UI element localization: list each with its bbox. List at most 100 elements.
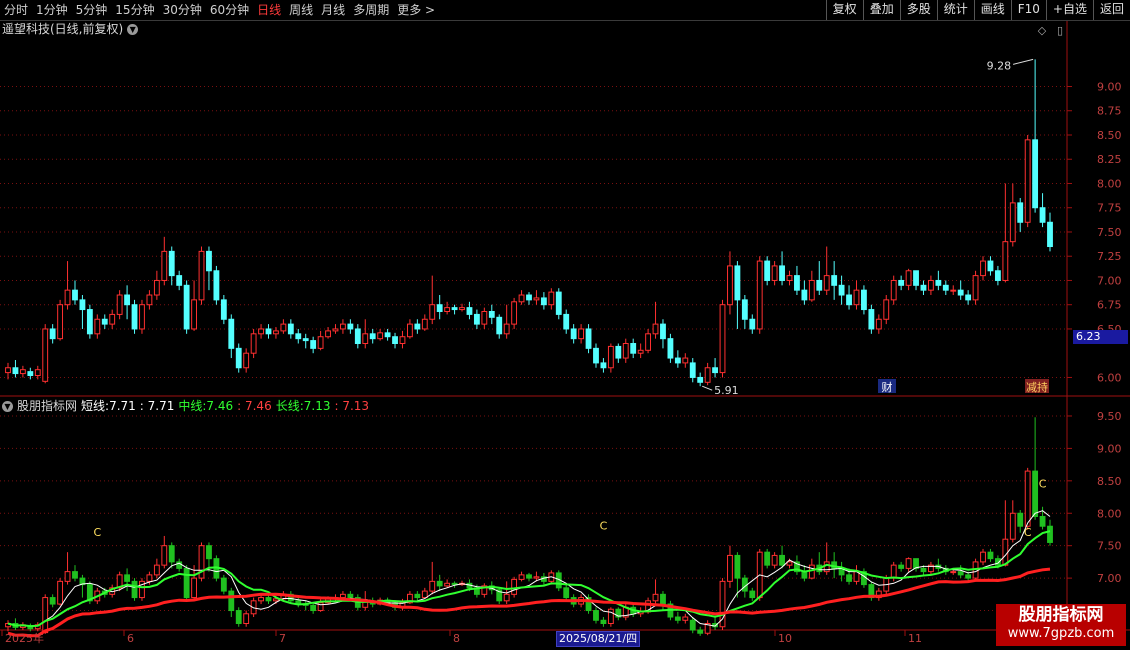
ind-candle-body bbox=[421, 590, 428, 599]
candle-body bbox=[994, 270, 1001, 281]
candle-body bbox=[965, 294, 972, 301]
candle-body bbox=[823, 275, 830, 291]
ind-candle-body bbox=[965, 574, 972, 579]
ind-candle-body bbox=[957, 571, 964, 576]
indicator-tick-label: 8.00 bbox=[1097, 507, 1122, 520]
main-tick-label: 7.75 bbox=[1097, 202, 1122, 215]
candle-body bbox=[183, 284, 190, 330]
candle-body bbox=[325, 330, 331, 338]
candle-body bbox=[980, 260, 986, 277]
ind-candle-body bbox=[347, 593, 354, 599]
ind-candle-body bbox=[310, 604, 317, 612]
candle-body bbox=[719, 304, 726, 374]
c-signal-marker: C bbox=[93, 526, 101, 539]
candle-body bbox=[384, 332, 391, 338]
candle-body bbox=[317, 336, 324, 349]
time-axis-label: 2025年 bbox=[5, 631, 44, 645]
ind-candle-body bbox=[228, 590, 235, 612]
ind-candle-body bbox=[890, 564, 897, 579]
ind-candle-body bbox=[779, 554, 785, 566]
ind-candle-body bbox=[920, 567, 927, 573]
high-price-label: 9.28 bbox=[987, 59, 1012, 72]
candle-body bbox=[950, 289, 957, 292]
candle-body bbox=[406, 323, 413, 338]
ind-candle-body bbox=[771, 554, 778, 566]
candle-body bbox=[12, 367, 19, 375]
candle-body bbox=[340, 323, 346, 330]
candle-body bbox=[213, 270, 220, 301]
candle-body bbox=[935, 279, 942, 286]
ind-candle-body bbox=[533, 576, 540, 579]
ind-candle-body bbox=[607, 608, 614, 625]
candle-body bbox=[34, 369, 41, 377]
ind-candle-body bbox=[905, 558, 912, 569]
candle-body bbox=[570, 328, 577, 340]
ind-candle-body bbox=[1047, 525, 1053, 543]
candle-body bbox=[697, 376, 704, 383]
candle-body bbox=[764, 260, 771, 281]
low-pointer bbox=[702, 385, 713, 391]
main-tick-label: 7.50 bbox=[1097, 226, 1122, 239]
cursor-date-label: 2025/08/21/四 bbox=[556, 631, 641, 647]
c-signal-marker: C bbox=[600, 519, 608, 532]
candle-body bbox=[607, 345, 614, 369]
candle-body bbox=[511, 301, 518, 325]
candle-body bbox=[124, 294, 131, 306]
candle-body bbox=[615, 345, 622, 359]
candle-body bbox=[49, 328, 56, 340]
candle-body bbox=[555, 291, 562, 315]
candle-body bbox=[898, 279, 905, 286]
watermark-title: 股朋指标网 bbox=[1018, 605, 1104, 625]
candle-body bbox=[250, 333, 257, 354]
candle-body bbox=[704, 367, 711, 383]
ind-candle-body bbox=[786, 561, 793, 566]
candle-body bbox=[146, 294, 153, 306]
candle-body bbox=[846, 294, 852, 306]
candle-body bbox=[779, 265, 785, 281]
candle-body bbox=[496, 316, 503, 335]
ind-candle-body bbox=[72, 571, 78, 579]
candle-body bbox=[191, 299, 197, 330]
ind-candle-body bbox=[734, 554, 741, 579]
candle-body bbox=[927, 279, 934, 291]
candle-body bbox=[109, 313, 116, 325]
candle-body bbox=[756, 260, 763, 330]
panel-toggle-icon: ▯ bbox=[1057, 24, 1063, 37]
main-tick-label: 8.75 bbox=[1097, 105, 1122, 118]
candle-body bbox=[578, 328, 585, 340]
candle-body bbox=[332, 328, 339, 332]
candle-body bbox=[198, 250, 205, 301]
time-axis-label: 7 bbox=[279, 632, 286, 645]
ind-candle-body bbox=[1009, 512, 1016, 540]
candle-body bbox=[64, 289, 71, 306]
ind-candle-body bbox=[235, 610, 242, 625]
ind-candle-body bbox=[243, 613, 250, 625]
candle-body bbox=[734, 265, 741, 301]
ind-candle-body bbox=[727, 554, 733, 582]
candle-body bbox=[79, 299, 86, 311]
candle-body bbox=[548, 291, 555, 306]
ind-candle-body bbox=[600, 619, 607, 625]
candle-body bbox=[682, 357, 689, 364]
ind-candle-body bbox=[518, 574, 525, 580]
candle-body bbox=[473, 313, 480, 325]
candle-body bbox=[622, 343, 629, 359]
candle-body bbox=[228, 318, 235, 349]
candle-body bbox=[920, 284, 927, 291]
candle-body bbox=[176, 275, 183, 286]
ind-candle-body bbox=[674, 616, 681, 621]
candle-body bbox=[444, 307, 451, 313]
ind-candle-body bbox=[689, 619, 696, 631]
indicator-tick-label: 9.00 bbox=[1097, 442, 1122, 455]
ind-candle-body bbox=[131, 580, 138, 599]
reduce-event-mark: 减持 bbox=[1026, 380, 1048, 394]
candle-body bbox=[890, 279, 897, 301]
ind-candle-body bbox=[808, 564, 815, 579]
main-tick-label: 6.75 bbox=[1097, 299, 1122, 312]
kline-chart[interactable]: 9.00 8.75 8.50 8.25 8.00 7.75 7.50 7.25 7.00 6.75… bbox=[0, 0, 1130, 650]
candle-body bbox=[905, 270, 912, 286]
candle-body bbox=[816, 279, 823, 291]
candle-body bbox=[1024, 139, 1031, 223]
ind-candle-body bbox=[652, 593, 659, 602]
ind-candle-body bbox=[950, 571, 957, 574]
